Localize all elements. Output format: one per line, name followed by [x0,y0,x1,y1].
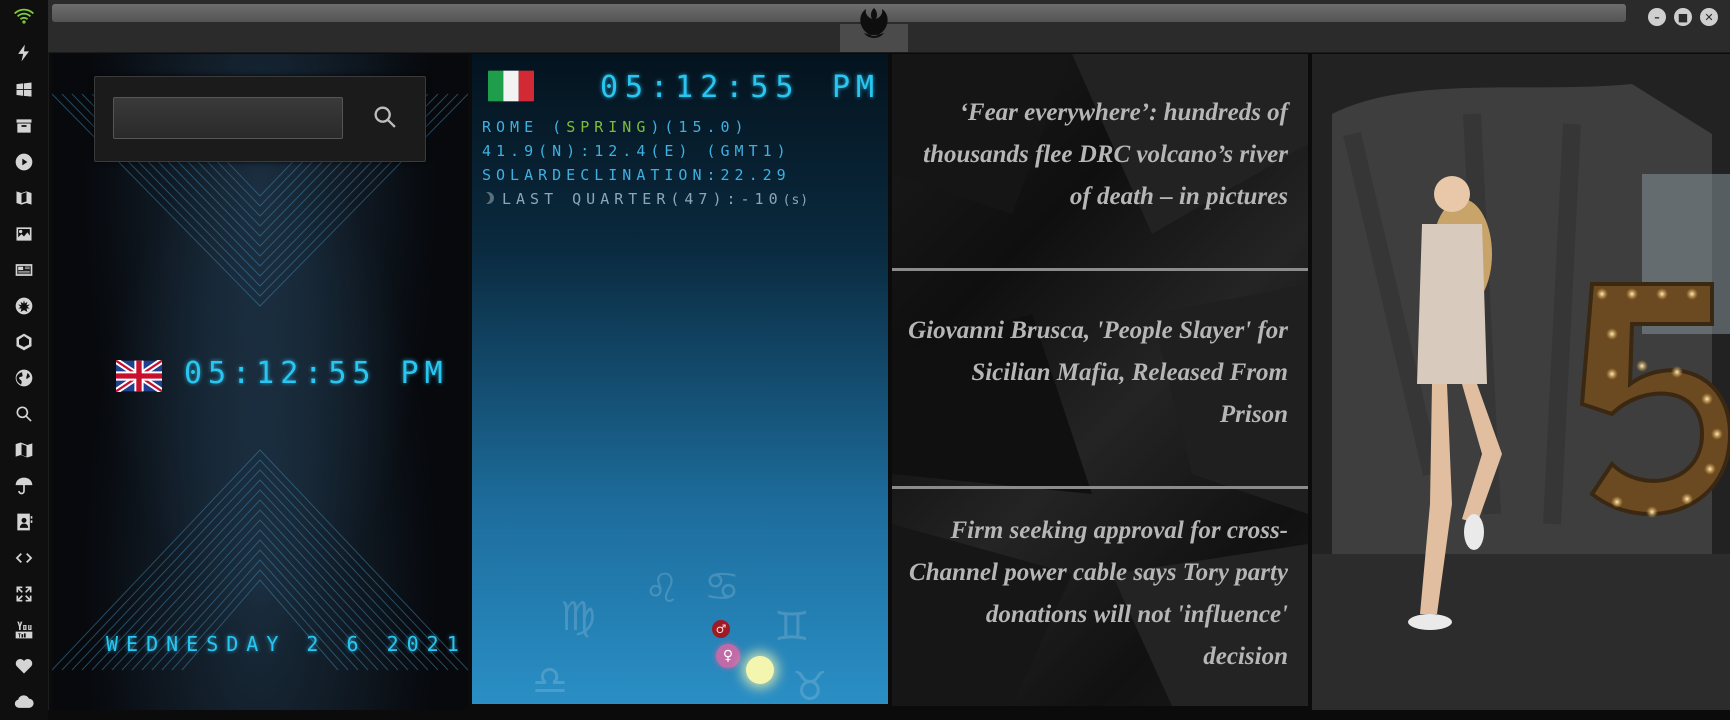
news-icon[interactable] [12,258,36,282]
mars-planet-icon: ♂ [712,620,730,638]
title-strip[interactable] [52,4,1626,22]
bottom-strip [48,710,1730,720]
search-button-icon[interactable] [371,103,399,131]
minimize-button[interactable]: – [1648,8,1666,26]
moon-phase-line: LAST QUARTER(47):-10(s) [482,190,809,208]
fashion-photo [1312,54,1730,714]
virgo-sign-icon: ♍ [560,594,596,640]
umbrella-icon[interactable] [12,474,36,498]
photo-panel[interactable] [1312,54,1730,714]
heart-icon[interactable] [12,654,36,678]
italy-ampm: PM [832,70,881,105]
sun-icon [746,656,774,684]
uk-time: 05:12:55 PM [184,356,449,391]
map-book-icon[interactable] [12,186,36,210]
taurus-sign-icon: ♉ [792,664,828,704]
location-prefix: ROME ( [482,118,567,136]
italy-time: 05:12:55 [600,70,801,105]
uk-clock-panel: 05:12:55 PM WEDNESDAY 2 6 2021 [52,54,468,710]
news-item[interactable]: Firm seeking approval for cross-Channel … [908,510,1288,678]
libra-sign-icon: ♎ [532,658,568,704]
play-icon[interactable] [12,150,36,174]
coordinates: 41.9(N):12.4(E) (GMT1) [482,142,791,160]
news-item[interactable]: Giovanni Brusca, 'People Slayer' for Sic… [908,310,1288,436]
rebel-icon[interactable] [12,294,36,318]
cloud-icon[interactable] [12,690,36,714]
search-icon[interactable] [12,402,36,426]
cancer-sign-icon: ♋ [704,564,740,610]
sidebar [0,0,49,720]
globe-icon[interactable] [12,366,36,390]
moon-unit: (s) [782,193,810,208]
search-input[interactable] [113,97,343,139]
venus-planet-icon: ♀ [716,644,740,668]
solar-declination: SOLARDECLINATION:22.29 [482,166,791,184]
location-suffix: )(15.0) [650,118,749,136]
title-bar: – ■ ✕ [48,0,1730,53]
news-divider [892,486,1308,489]
news-divider [892,268,1308,271]
search-box [94,76,426,162]
image-icon[interactable] [12,222,36,246]
close-button[interactable]: ✕ [1700,8,1718,26]
gemini-sign-icon: ♊ [774,604,810,650]
windows-icon[interactable] [12,78,36,102]
italy-clock-panel: 05:12:55 PM ROME (SPRING)(15.0) 41.9(N):… [472,54,888,704]
contacts-icon[interactable] [12,510,36,534]
bolt-icon[interactable] [12,41,36,65]
news-item[interactable]: ‘Fear everywhere’: hundreds of thousands… [908,92,1288,218]
italy-flag-icon [488,70,534,102]
empire-icon[interactable] [12,330,36,354]
rebel-alliance-logo-icon [860,8,888,38]
news-panel: ‘Fear everywhere’: hundreds of thousands… [892,54,1308,706]
maximize-button[interactable]: ■ [1674,8,1692,26]
wifi-icon[interactable] [12,5,36,29]
uk-date: WEDNESDAY 2 6 2021 [106,632,467,656]
youtube-icon[interactable] [12,618,36,642]
location-line: ROME (SPRING)(15.0) [482,118,749,136]
moon-phase: LAST QUARTER(47):-10 [502,190,783,208]
uk-flag-icon [116,360,162,392]
leo-sign-icon: ♌ [644,566,680,612]
season: SPRING [566,118,651,136]
archive-icon[interactable] [12,114,36,138]
code-icon[interactable] [12,546,36,570]
moon-icon [482,192,494,204]
expand-icon[interactable] [12,582,36,606]
map-icon[interactable] [12,438,36,462]
